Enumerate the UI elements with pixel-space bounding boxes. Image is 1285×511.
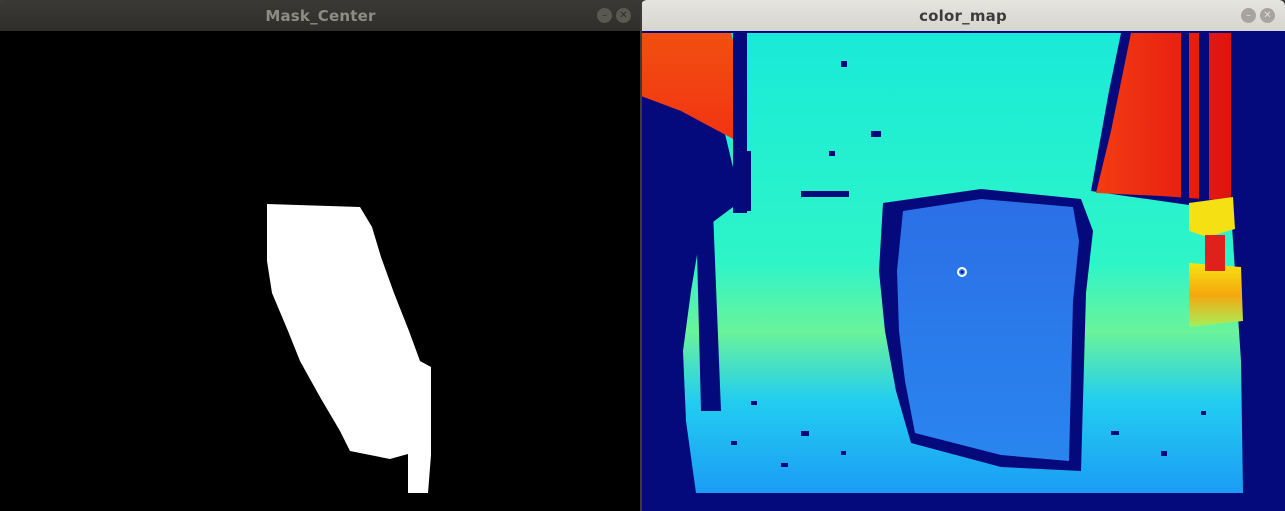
binary-mask	[0, 31, 641, 511]
close-icon[interactable]: ✕	[1260, 8, 1275, 23]
window-title: Mask_Center	[265, 6, 376, 25]
minimize-icon[interactable]: –	[597, 8, 612, 23]
window-titlebar[interactable]: Mask_Center – ✕	[0, 0, 641, 31]
window-divider	[640, 0, 642, 511]
color-map-window: color_map – ✕	[641, 0, 1285, 511]
mask-center-window: Mask_Center – ✕	[0, 0, 641, 511]
mask-image	[0, 31, 641, 511]
depth-colormap	[641, 31, 1285, 511]
window-title: color_map	[919, 6, 1007, 25]
window-titlebar[interactable]: color_map – ✕	[641, 0, 1285, 31]
close-icon[interactable]: ✕	[616, 8, 631, 23]
depth-colormap-image	[641, 31, 1285, 511]
minimize-icon[interactable]: –	[1241, 8, 1256, 23]
